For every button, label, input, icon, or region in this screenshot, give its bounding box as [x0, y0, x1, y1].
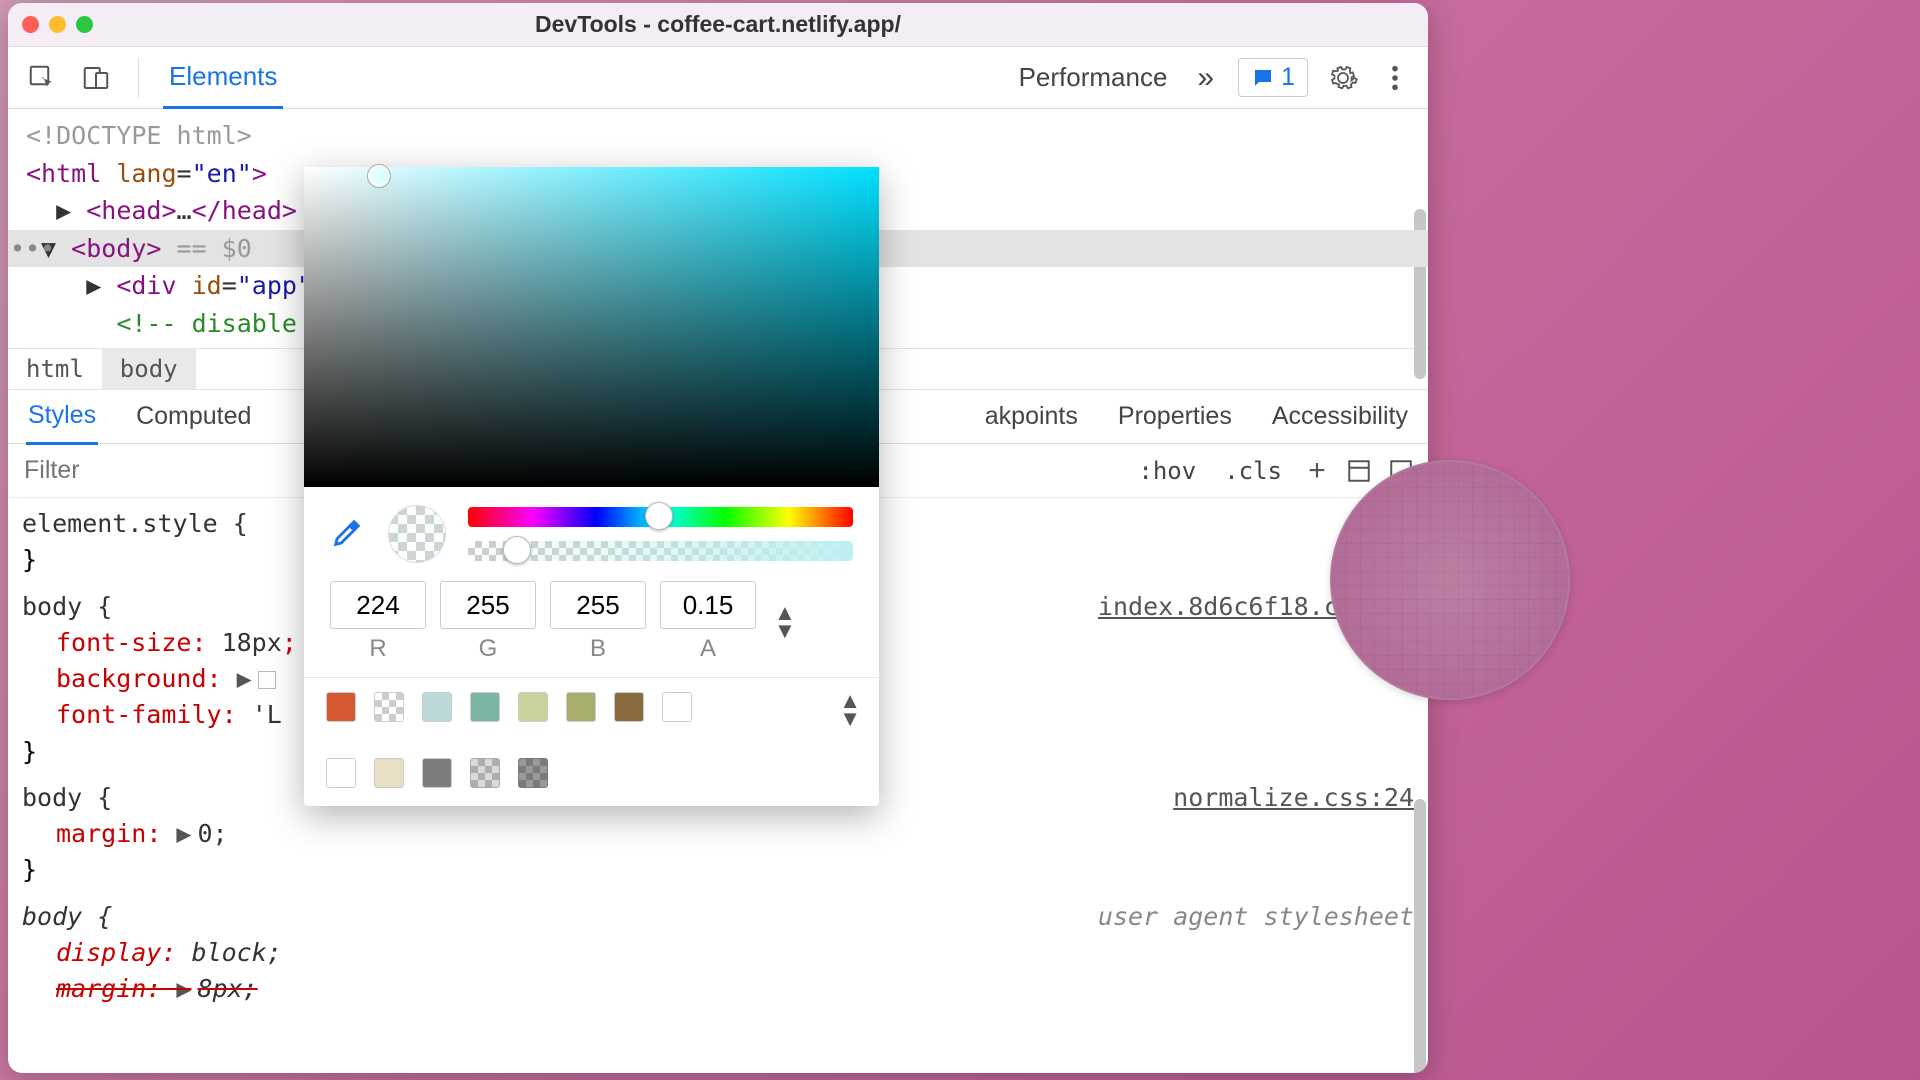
eyedropper-magnifier[interactable]: [1330, 460, 1570, 700]
tab-accessibility[interactable]: Accessibility: [1270, 390, 1410, 443]
eyedropper-icon[interactable]: [330, 516, 366, 552]
palette-swatch[interactable]: [566, 692, 596, 722]
palette-swatch[interactable]: [374, 692, 404, 722]
more-menu-icon[interactable]: [1378, 61, 1412, 95]
issues-badge[interactable]: 1: [1238, 58, 1308, 97]
rule-source-link[interactable]: normalize.css:24: [1173, 780, 1414, 816]
tab-elements[interactable]: Elements: [163, 47, 283, 109]
color-picker-popover: R G B A ▲▼ ▲▼: [304, 167, 879, 806]
hue-handle[interactable]: [645, 502, 673, 530]
computed-panel-icon[interactable]: [1344, 456, 1374, 486]
separator: [138, 58, 139, 98]
rgba-inputs: R G B A ▲▼: [304, 573, 879, 667]
tab-performance[interactable]: Performance: [1013, 48, 1174, 107]
device-toolbar-icon[interactable]: [78, 60, 114, 96]
style-rule-ua[interactable]: user agent stylesheet body { display: bl…: [22, 899, 1414, 1008]
palette-swatch[interactable]: [662, 692, 692, 722]
palette-swatch[interactable]: [470, 758, 500, 788]
breadcrumb-item[interactable]: body: [102, 349, 196, 389]
devtools-window: DevTools - coffee-cart.netlify.app/ Elem…: [8, 3, 1428, 1073]
rule-source-ua: user agent stylesheet: [1098, 899, 1414, 935]
breadcrumb-item[interactable]: html: [8, 349, 102, 389]
palette-swatch[interactable]: [470, 692, 500, 722]
scrollbar[interactable]: [1414, 799, 1426, 1073]
a-input[interactable]: [660, 581, 756, 629]
sl-handle[interactable]: [368, 165, 390, 187]
new-rule-icon[interactable]: +: [1302, 456, 1332, 486]
tab-styles[interactable]: Styles: [26, 389, 98, 445]
palette-swatch[interactable]: [518, 758, 548, 788]
palette-swatch[interactable]: [518, 692, 548, 722]
color-swatch-icon[interactable]: [258, 671, 276, 689]
format-toggle-icon[interactable]: ▲▼: [774, 604, 796, 639]
palette-swatch[interactable]: [374, 758, 404, 788]
hov-toggle[interactable]: :hov: [1130, 453, 1204, 489]
issues-count: 1: [1281, 63, 1295, 92]
settings-icon[interactable]: [1326, 61, 1360, 95]
inspect-element-icon[interactable]: [24, 60, 60, 96]
content-area: <!DOCTYPE html> <html lang="en"> ▶ <head…: [8, 109, 1428, 1073]
color-palette: ▲▼: [304, 677, 879, 806]
tabs-overflow[interactable]: »: [1191, 47, 1220, 109]
palette-swatch[interactable]: [326, 758, 356, 788]
palette-swatch[interactable]: [422, 758, 452, 788]
hue-slider[interactable]: [468, 507, 853, 527]
titlebar: DevTools - coffee-cart.netlify.app/: [8, 3, 1428, 47]
main-toolbar: Elements Performance » 1: [8, 47, 1428, 109]
tab-breakpoints[interactable]: akpoints: [983, 390, 1080, 443]
alpha-handle[interactable]: [503, 536, 531, 564]
dom-line[interactable]: <!DOCTYPE html>: [26, 117, 1410, 155]
window-title: DevTools - coffee-cart.netlify.app/: [8, 11, 1428, 38]
tab-computed[interactable]: Computed: [134, 390, 253, 443]
issues-icon: [1251, 66, 1275, 90]
palette-page-toggle-icon[interactable]: ▲▼: [839, 692, 861, 727]
palette-swatch[interactable]: [614, 692, 644, 722]
b-input[interactable]: [550, 581, 646, 629]
g-input[interactable]: [440, 581, 536, 629]
cls-toggle[interactable]: .cls: [1216, 453, 1290, 489]
r-input[interactable]: [330, 581, 426, 629]
color-preview: [388, 505, 446, 563]
tab-properties[interactable]: Properties: [1116, 390, 1234, 443]
alpha-slider[interactable]: [468, 541, 853, 561]
saturation-lightness-field[interactable]: [304, 167, 879, 487]
palette-swatch[interactable]: [422, 692, 452, 722]
palette-swatch[interactable]: [326, 692, 356, 722]
